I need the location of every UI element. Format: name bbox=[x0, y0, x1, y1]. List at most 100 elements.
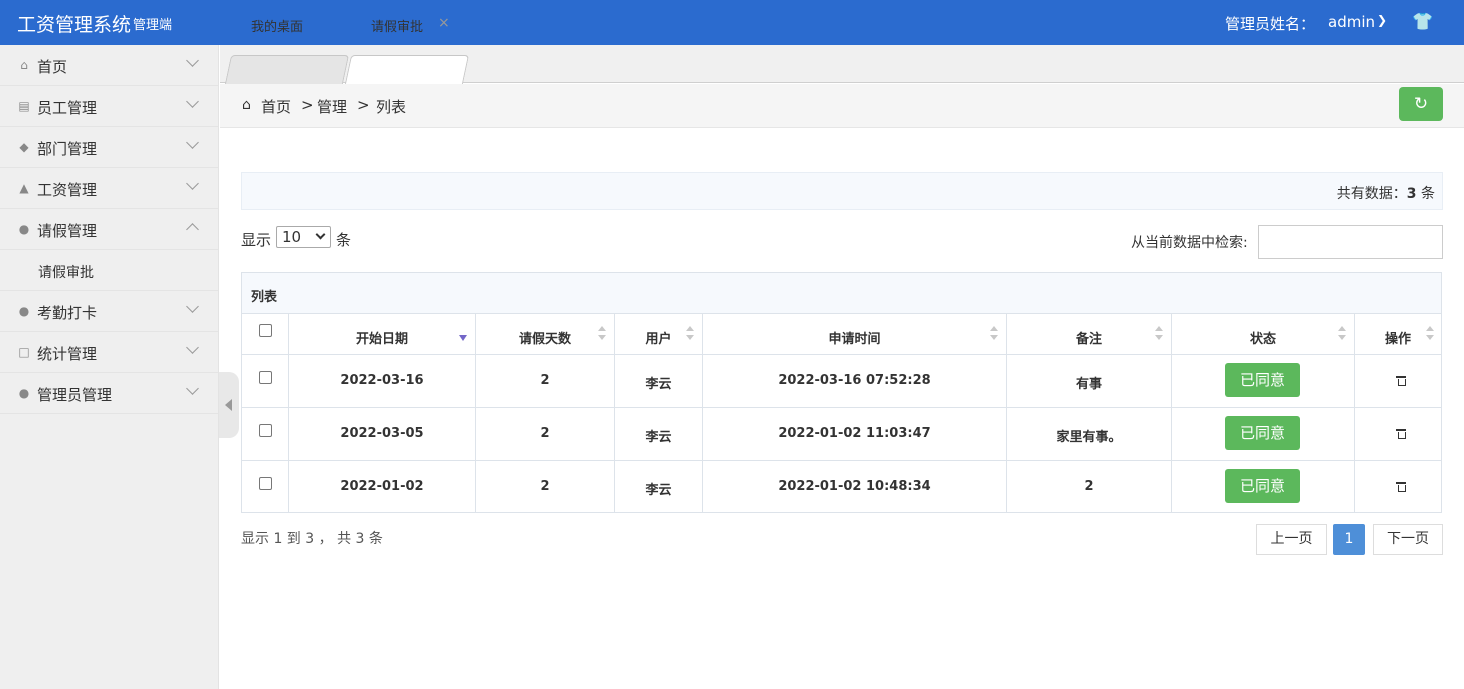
cell-apply-time: 2022-03-16 07:52:28 bbox=[778, 373, 931, 388]
tab-desktop[interactable] bbox=[224, 55, 350, 84]
home-icon: ⌂ bbox=[20, 58, 28, 72]
cell-user: 李云 bbox=[645, 430, 672, 445]
cell-start-date: 2022-03-16 bbox=[340, 373, 424, 388]
sidebar-item-label: 统计管理 bbox=[37, 345, 98, 363]
cell-remark: 2 bbox=[1084, 479, 1094, 494]
row-divider bbox=[242, 354, 1441, 355]
sort-icon[interactable] bbox=[686, 326, 694, 342]
row-checkbox[interactable] bbox=[259, 477, 272, 490]
page-1-button[interactable]: 1 bbox=[1333, 524, 1365, 555]
status-approved-button[interactable]: 已同意 bbox=[1225, 363, 1300, 397]
chevron-up-icon bbox=[186, 219, 200, 233]
chevron-down-icon bbox=[186, 301, 200, 315]
sort-icon[interactable] bbox=[1338, 326, 1346, 342]
breadcrumb-separator: > bbox=[301, 96, 314, 114]
refresh-icon: ↻ bbox=[1413, 94, 1429, 114]
breadcrumb bbox=[220, 84, 1464, 128]
breadcrumb-list: 列表 bbox=[376, 98, 407, 116]
total-count-text: 共有数据：3 条 bbox=[1336, 186, 1435, 202]
status-approved-button[interactable]: 已同意 bbox=[1225, 416, 1300, 450]
sidebar-item-home[interactable]: ⌂ 首页 bbox=[0, 45, 218, 86]
column-header-apply-time[interactable]: 申请时间 bbox=[703, 328, 1006, 347]
top-header: 工资管理系统 管理端 管理员姓名： admin ❯ 👕 bbox=[0, 0, 1464, 45]
cell-days: 2 bbox=[540, 479, 550, 494]
sidebar-item-departments[interactable]: ◆ 部门管理 bbox=[0, 127, 218, 168]
column-header-remark[interactable]: 备注 bbox=[1007, 328, 1171, 347]
refresh-button[interactable]: ↻ bbox=[1399, 87, 1443, 121]
sidebar-item-employees[interactable]: ▤ 员工管理 bbox=[0, 86, 218, 127]
trash-icon[interactable] bbox=[1396, 482, 1406, 492]
row-divider bbox=[242, 407, 1441, 408]
table-caption: 列表 bbox=[242, 273, 1441, 314]
column-header-status[interactable]: 状态 bbox=[1172, 328, 1354, 347]
prev-page-button[interactable]: 上一页 bbox=[1256, 524, 1327, 555]
row-checkbox[interactable] bbox=[259, 424, 272, 437]
tab-desktop-label[interactable]: 我的桌面 bbox=[251, 16, 303, 35]
user-icon: ● bbox=[18, 222, 30, 236]
cell-apply-time: 2022-01-02 11:03:47 bbox=[778, 426, 931, 441]
row-checkbox[interactable] bbox=[259, 371, 272, 384]
tab-leave-approval[interactable] bbox=[344, 55, 470, 84]
user-icon: ● bbox=[18, 304, 30, 318]
chevron-down-icon bbox=[315, 229, 326, 240]
column-header-start-date[interactable]: 开始日期 bbox=[289, 328, 475, 347]
cell-start-date: 2022-01-02 bbox=[340, 479, 424, 494]
table-caption-text: 列表 bbox=[251, 290, 278, 305]
sidebar-item-label: 工资管理 bbox=[37, 181, 98, 199]
leave-table: 列表 开始日期 请假天数 用户 申请时间 备注 状态 操作 2022-03-16… bbox=[241, 272, 1442, 513]
select-all-checkbox[interactable] bbox=[259, 324, 272, 337]
admin-label: 管理员姓名： bbox=[1225, 15, 1316, 33]
cell-user: 李云 bbox=[645, 377, 672, 392]
sidebar-item-leave[interactable]: ● 请假管理 bbox=[0, 209, 218, 250]
sidebar-item-salary[interactable]: ▲ 工资管理 bbox=[0, 168, 218, 209]
sidebar-collapse-button[interactable] bbox=[219, 372, 239, 438]
sidebar-item-label: 管理员管理 bbox=[37, 386, 113, 404]
sort-icon[interactable] bbox=[1155, 326, 1163, 342]
status-approved-button[interactable]: 已同意 bbox=[1225, 469, 1300, 503]
shirt-icon[interactable]: 👕 bbox=[1412, 12, 1433, 32]
cell-remark: 有事 bbox=[1075, 377, 1102, 392]
search-input[interactable] bbox=[1258, 225, 1443, 259]
cell-apply-time: 2022-01-02 10:48:34 bbox=[778, 479, 931, 494]
sidebar-item-statistics[interactable]: □ 统计管理 bbox=[0, 332, 218, 373]
sort-icon[interactable] bbox=[990, 326, 998, 342]
trash-icon[interactable] bbox=[1396, 376, 1406, 386]
sort-desc-icon[interactable] bbox=[459, 335, 467, 341]
chevron-down-icon bbox=[186, 178, 200, 192]
page-length-select[interactable]: 10 bbox=[276, 226, 331, 248]
chevron-down-icon bbox=[186, 96, 200, 110]
row-divider bbox=[242, 460, 1441, 461]
sort-icon[interactable] bbox=[598, 326, 606, 342]
app-subtitle: 管理端 bbox=[133, 18, 173, 33]
breadcrumb-manage[interactable]: 管理 bbox=[317, 96, 347, 117]
cell-remark: 家里有事。 bbox=[1056, 430, 1122, 445]
tab-leave-approval-label[interactable]: 请假审批 bbox=[371, 16, 423, 35]
breadcrumb-separator: > bbox=[357, 96, 370, 114]
length-suffix: 条 bbox=[336, 231, 352, 249]
chevron-down-icon[interactable]: ❯ bbox=[1377, 13, 1387, 27]
bank-icon: ▲ bbox=[19, 181, 29, 195]
cell-days: 2 bbox=[540, 373, 550, 388]
next-page-button[interactable]: 下一页 bbox=[1373, 524, 1443, 555]
sidebar-item-label: 考勤打卡 bbox=[37, 304, 98, 322]
sidebar-item-admins[interactable]: ● 管理员管理 bbox=[0, 373, 218, 414]
tree-icon: ◆ bbox=[19, 140, 29, 154]
chevron-down-icon bbox=[186, 342, 200, 356]
length-prefix: 显示 bbox=[241, 231, 272, 249]
close-icon[interactable]: × bbox=[438, 15, 450, 31]
app-title: 工资管理系统 bbox=[17, 14, 132, 36]
sort-icon[interactable] bbox=[1426, 326, 1434, 342]
chevron-down-icon bbox=[186, 383, 200, 397]
admin-menu[interactable]: admin bbox=[1328, 13, 1375, 31]
chevron-down-icon bbox=[186, 55, 200, 69]
column-header-days[interactable]: 请假天数 bbox=[476, 328, 614, 347]
sidebar-item-label: 请假管理 bbox=[37, 222, 98, 240]
sidebar-item-label: 员工管理 bbox=[37, 99, 98, 117]
sidebar-subitem-leave-approval[interactable]: 请假审批 bbox=[0, 250, 218, 291]
breadcrumb-home[interactable]: 首页 bbox=[261, 96, 291, 117]
sidebar-item-attendance[interactable]: ● 考勤打卡 bbox=[0, 291, 218, 332]
total-count: 3 bbox=[1406, 186, 1417, 202]
trash-icon[interactable] bbox=[1396, 429, 1406, 439]
table-info: 显示 1 到 3 ， 共 3 条 bbox=[241, 531, 383, 547]
user-icon: ● bbox=[18, 386, 30, 400]
